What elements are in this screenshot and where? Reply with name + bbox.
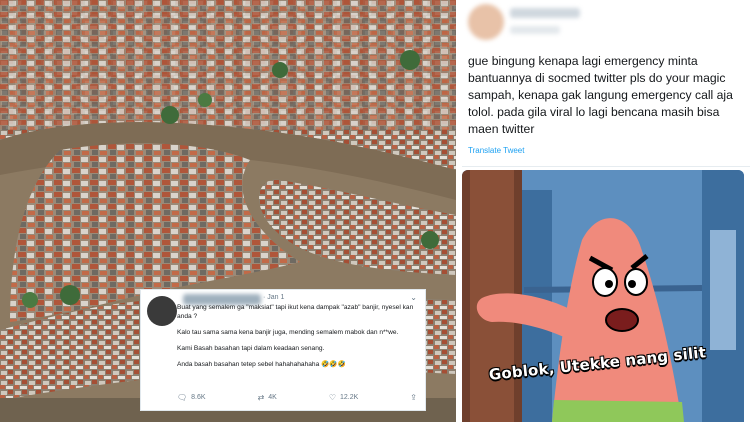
tweet-line: Anda basah basahan tetep sebel hahahahah… [177, 361, 346, 368]
translate-tweet-link[interactable]: Translate Tweet [468, 146, 524, 155]
embedded-tweet-card: · Jan 1 ⌄ Buat yang semalem ga "maksiat"… [140, 289, 426, 411]
blurred-display-name [510, 8, 580, 18]
tweet-line: Kalo tau sama sama kena banjir juga, men… [177, 329, 399, 336]
share-icon: ⇪ [410, 393, 417, 402]
avatar[interactable] [147, 296, 177, 326]
tweet-line: Buat yang semalem ga "maksiat" tapi ikut… [177, 304, 414, 320]
retweet-button[interactable]: ⇄ 4K [258, 393, 277, 402]
reply-icon: 🗨 [177, 393, 188, 402]
retweet-icon: ⇄ [257, 393, 265, 402]
meme-illustration [462, 170, 744, 422]
chevron-down-icon[interactable]: ⌄ [410, 293, 417, 302]
like-count: 12.2K [340, 394, 359, 401]
tweet-timestamp[interactable]: · Jan 1 [263, 294, 284, 301]
reply-button[interactable]: 🗨 8.6K [177, 393, 206, 402]
tweet-text: gue bingung kenapa lagi emergency minta … [468, 54, 733, 136]
patrick-meme-image: Goblok, Utekke nang silit [462, 170, 744, 422]
tweet-actions: 🗨 8.6K ⇄ 4K ♡ 12.2K ⇪ [177, 393, 417, 402]
blurred-handle [510, 26, 560, 34]
like-button[interactable]: ♡ 12.2K [329, 393, 358, 402]
heart-icon: ♡ [328, 393, 336, 402]
tweet-line: Kami Basah basahan tapi dalam keadaan se… [177, 345, 325, 352]
share-button[interactable]: ⇪ [410, 393, 417, 402]
reply-count: 8.6K [191, 394, 206, 401]
retweet-count: 4K [268, 394, 277, 401]
divider [462, 166, 750, 167]
tweet-body: Buat yang semalem ga "maksiat" tapi ikut… [177, 303, 421, 376]
avatar[interactable] [468, 4, 504, 40]
